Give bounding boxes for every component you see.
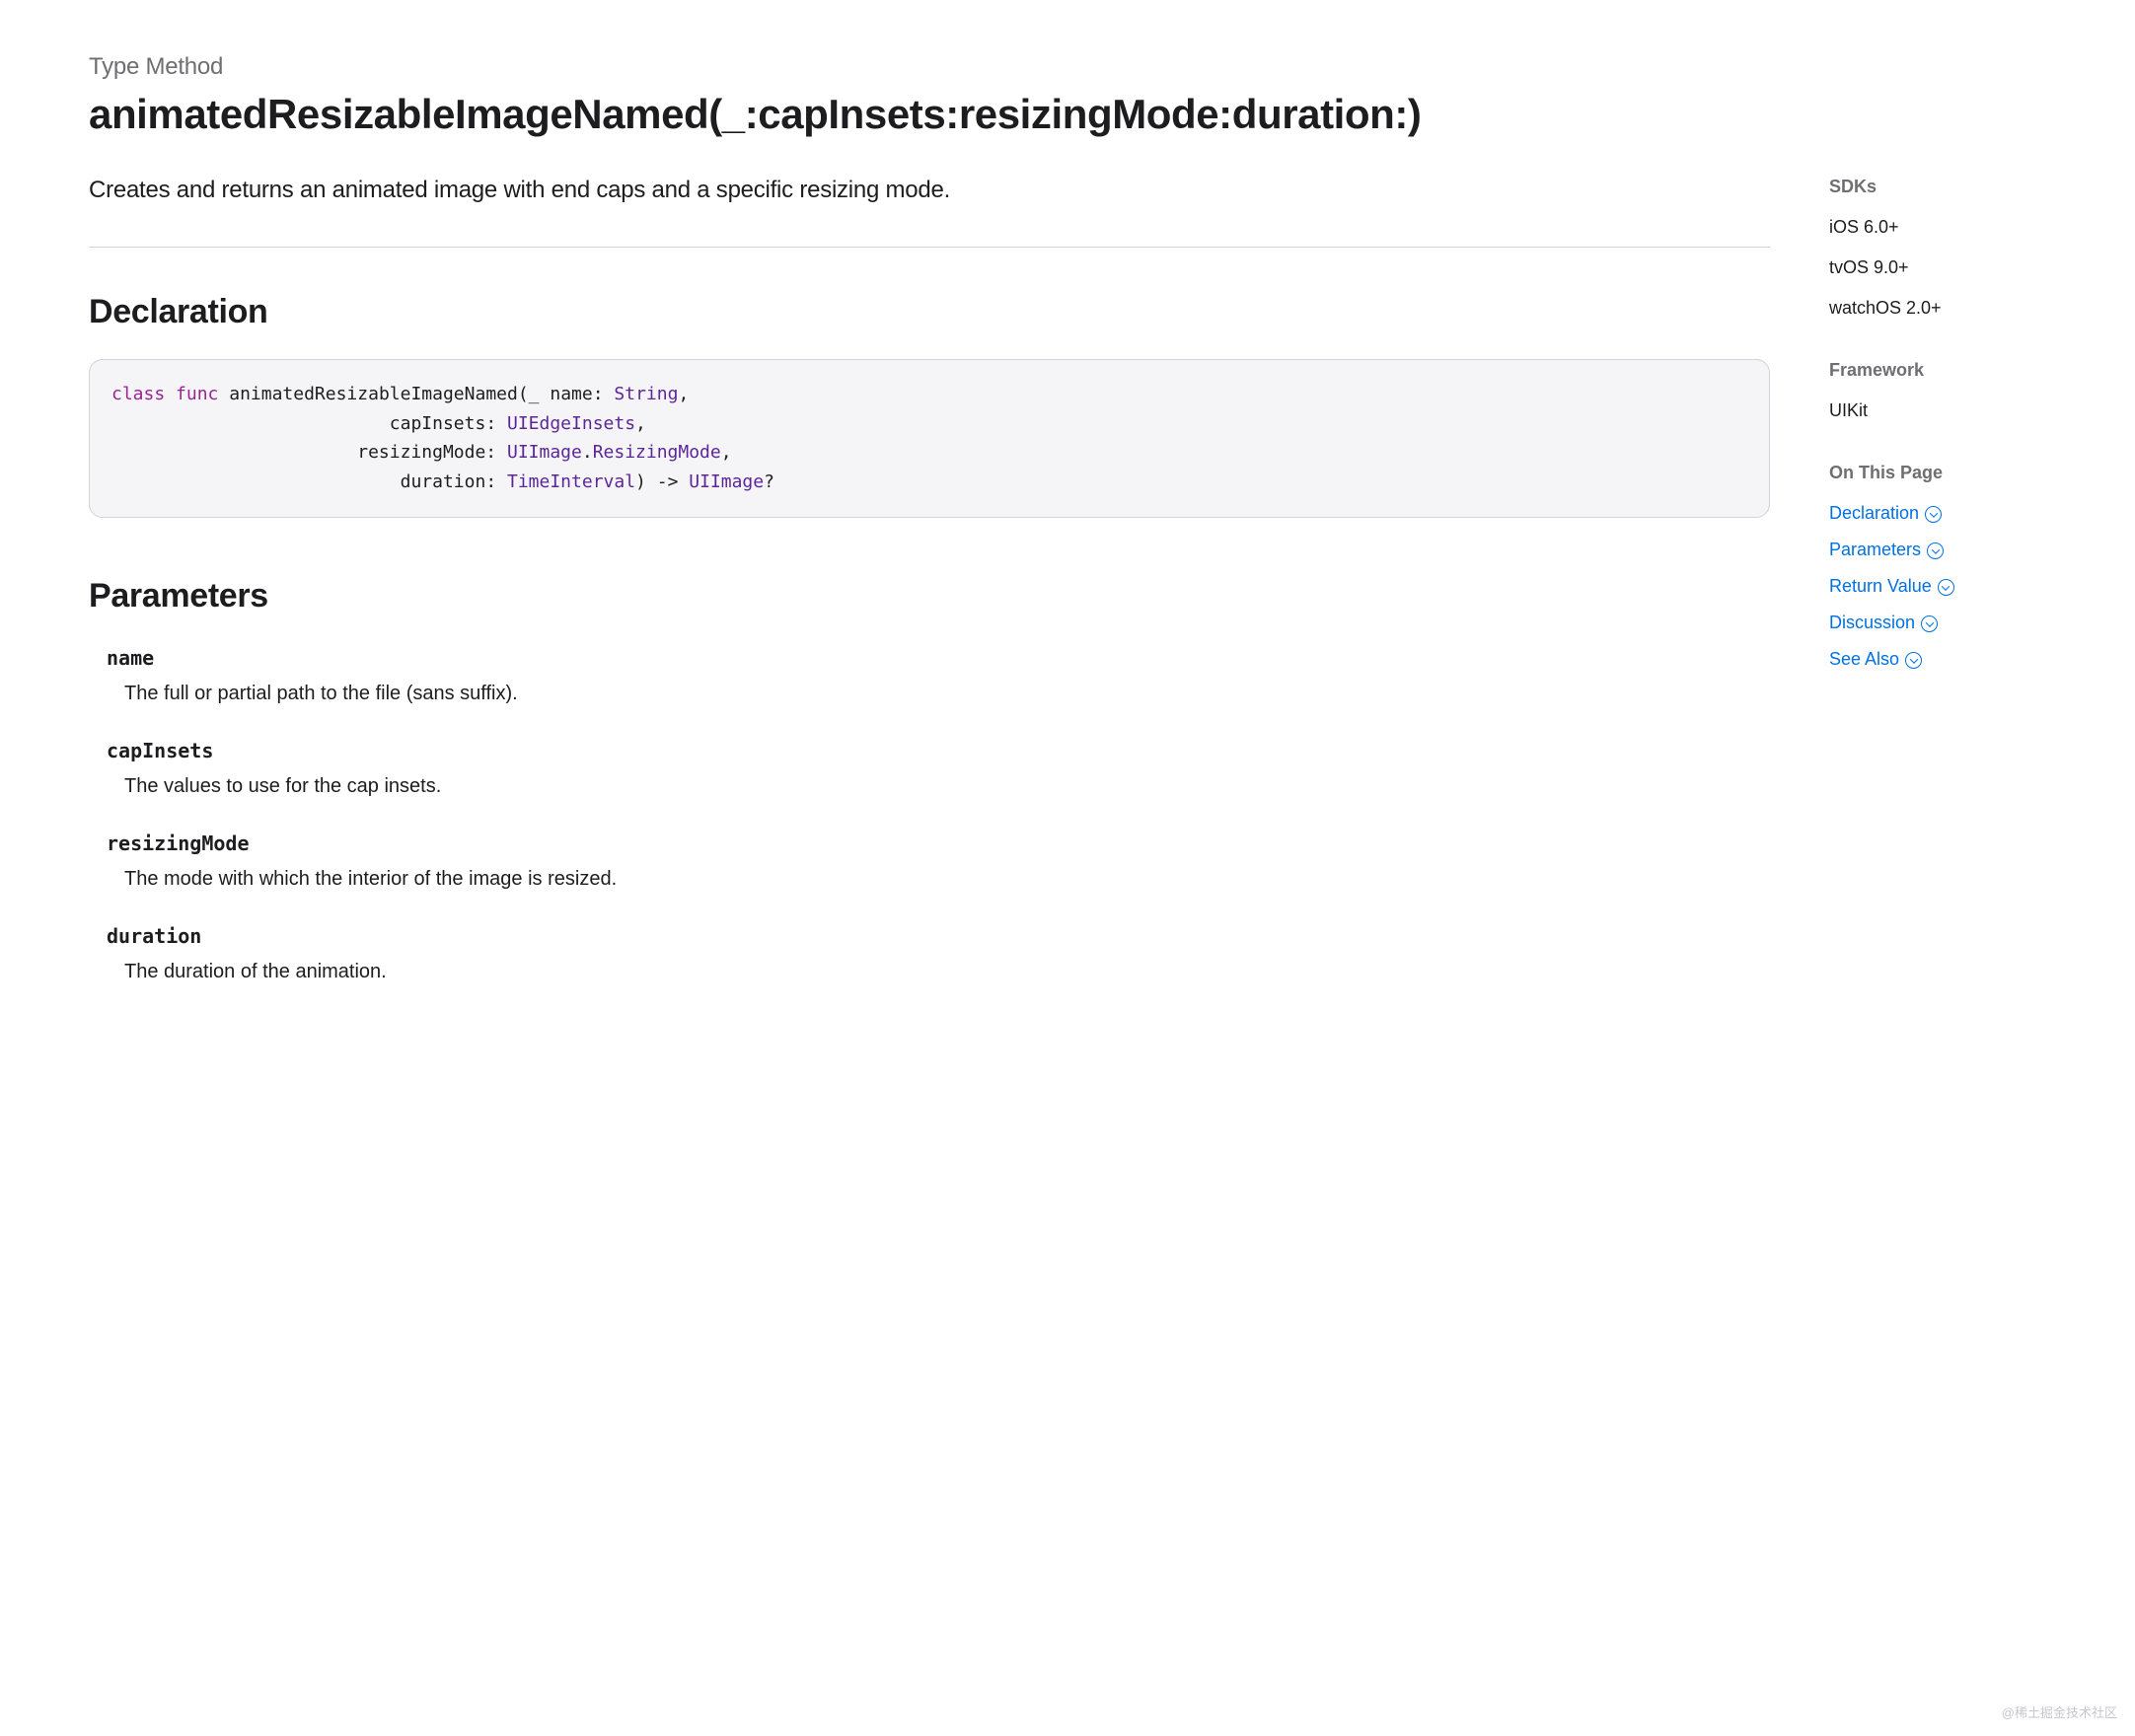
type-timeinterval[interactable]: TimeInterval: [507, 471, 635, 492]
sdk-item: iOS 6.0+: [1829, 214, 2046, 241]
framework-heading: Framework: [1829, 357, 2046, 384]
param-name: capInsets: [107, 736, 1770, 765]
sdks-heading: SDKs: [1829, 174, 2046, 200]
page-title: animatedResizableImageNamed(_:capInsets:…: [89, 91, 2046, 138]
summary-text: Creates and returns an animated image wi…: [89, 174, 1770, 207]
param-item: capInsets The values to use for the cap …: [107, 736, 1770, 801]
indent: [111, 442, 357, 463]
heading-declaration: Declaration: [89, 287, 1770, 337]
jump-label: See Also: [1829, 646, 1899, 673]
jump-label: Return Value: [1829, 573, 1932, 600]
fn-name: animatedResizableImageNamed: [218, 384, 517, 404]
comma: ,: [635, 413, 646, 434]
paren-open: (: [518, 384, 529, 404]
param-item: name The full or partial path to the fil…: [107, 643, 1770, 708]
p1-name: name: [550, 384, 592, 404]
jump-return-value[interactable]: Return Value: [1829, 573, 1954, 600]
chevron-down-icon: [1905, 652, 1922, 669]
param-name: duration: [107, 921, 1770, 951]
jump-label: Discussion: [1829, 610, 1915, 636]
sdk-item: tvOS 9.0+: [1829, 254, 2046, 281]
heading-parameters: Parameters: [89, 571, 1770, 621]
paren-close: ): [635, 471, 646, 492]
jump-list: Declaration Parameters Return Value Disc…: [1829, 500, 2046, 673]
chevron-down-icon: [1938, 579, 1954, 596]
param-name: name: [107, 643, 1770, 673]
optional-mark: ?: [764, 471, 774, 492]
dot: .: [582, 442, 593, 463]
colon: :: [485, 442, 507, 463]
jump-see-also[interactable]: See Also: [1829, 646, 1922, 673]
onthispage-heading: On This Page: [1829, 460, 2046, 486]
parameters-list: name The full or partial path to the fil…: [89, 643, 1770, 986]
indent: [111, 413, 390, 434]
param-desc: The full or partial path to the file (sa…: [107, 679, 1770, 708]
comma: ,: [721, 442, 732, 463]
colon: :: [593, 384, 615, 404]
chevron-down-icon: [1927, 542, 1944, 559]
chevron-down-icon: [1921, 615, 1938, 632]
keyword-class: class: [111, 384, 165, 404]
sidebar: SDKs iOS 6.0+ tvOS 9.0+ watchOS 2.0+ Fra…: [1829, 174, 2046, 683]
keyword-func: func: [176, 384, 218, 404]
param-name: resizingMode: [107, 829, 1770, 858]
divider: [89, 247, 1770, 248]
type-resizingmode[interactable]: ResizingMode: [593, 442, 721, 463]
jump-label: Declaration: [1829, 500, 1919, 527]
declaration-code: class func animatedResizableImageNamed(_…: [111, 380, 1747, 497]
param-item: duration The duration of the animation.: [107, 921, 1770, 986]
param-desc: The values to use for the cap insets.: [107, 771, 1770, 801]
jump-parameters[interactable]: Parameters: [1829, 537, 1944, 563]
p2-name: capInsets: [390, 413, 486, 434]
comma: ,: [678, 384, 689, 404]
type-uiedgeinsets[interactable]: UIEdgeInsets: [507, 413, 635, 434]
p3-name: resizingMode: [357, 442, 485, 463]
colon: :: [485, 413, 507, 434]
sdk-item: watchOS 2.0+: [1829, 295, 2046, 322]
framework-item: UIKit: [1829, 398, 2046, 424]
watermark: @稀土掘金技术社区: [2002, 1703, 2117, 1723]
jump-declaration[interactable]: Declaration: [1829, 500, 1942, 527]
main-content: Creates and returns an animated image wi…: [89, 174, 1770, 1013]
arrow: ->: [646, 471, 689, 492]
p1-label: _: [529, 384, 551, 404]
eyebrow: Type Method: [89, 49, 2046, 85]
param-item: resizingMode The mode with which the int…: [107, 829, 1770, 894]
param-desc: The duration of the animation.: [107, 957, 1770, 986]
jump-discussion[interactable]: Discussion: [1829, 610, 1938, 636]
type-uiimage[interactable]: UIImage: [507, 442, 582, 463]
colon: :: [485, 471, 507, 492]
type-string[interactable]: String: [614, 384, 678, 404]
p4-name: duration: [401, 471, 486, 492]
param-desc: The mode with which the interior of the …: [107, 864, 1770, 894]
declaration-block: class func animatedResizableImageNamed(_…: [89, 359, 1770, 518]
chevron-down-icon: [1925, 506, 1942, 523]
framework-list: UIKit: [1829, 398, 2046, 424]
type-return-uiimage[interactable]: UIImage: [689, 471, 764, 492]
indent: [111, 471, 401, 492]
sdks-list: iOS 6.0+ tvOS 9.0+ watchOS 2.0+: [1829, 214, 2046, 322]
jump-label: Parameters: [1829, 537, 1921, 563]
